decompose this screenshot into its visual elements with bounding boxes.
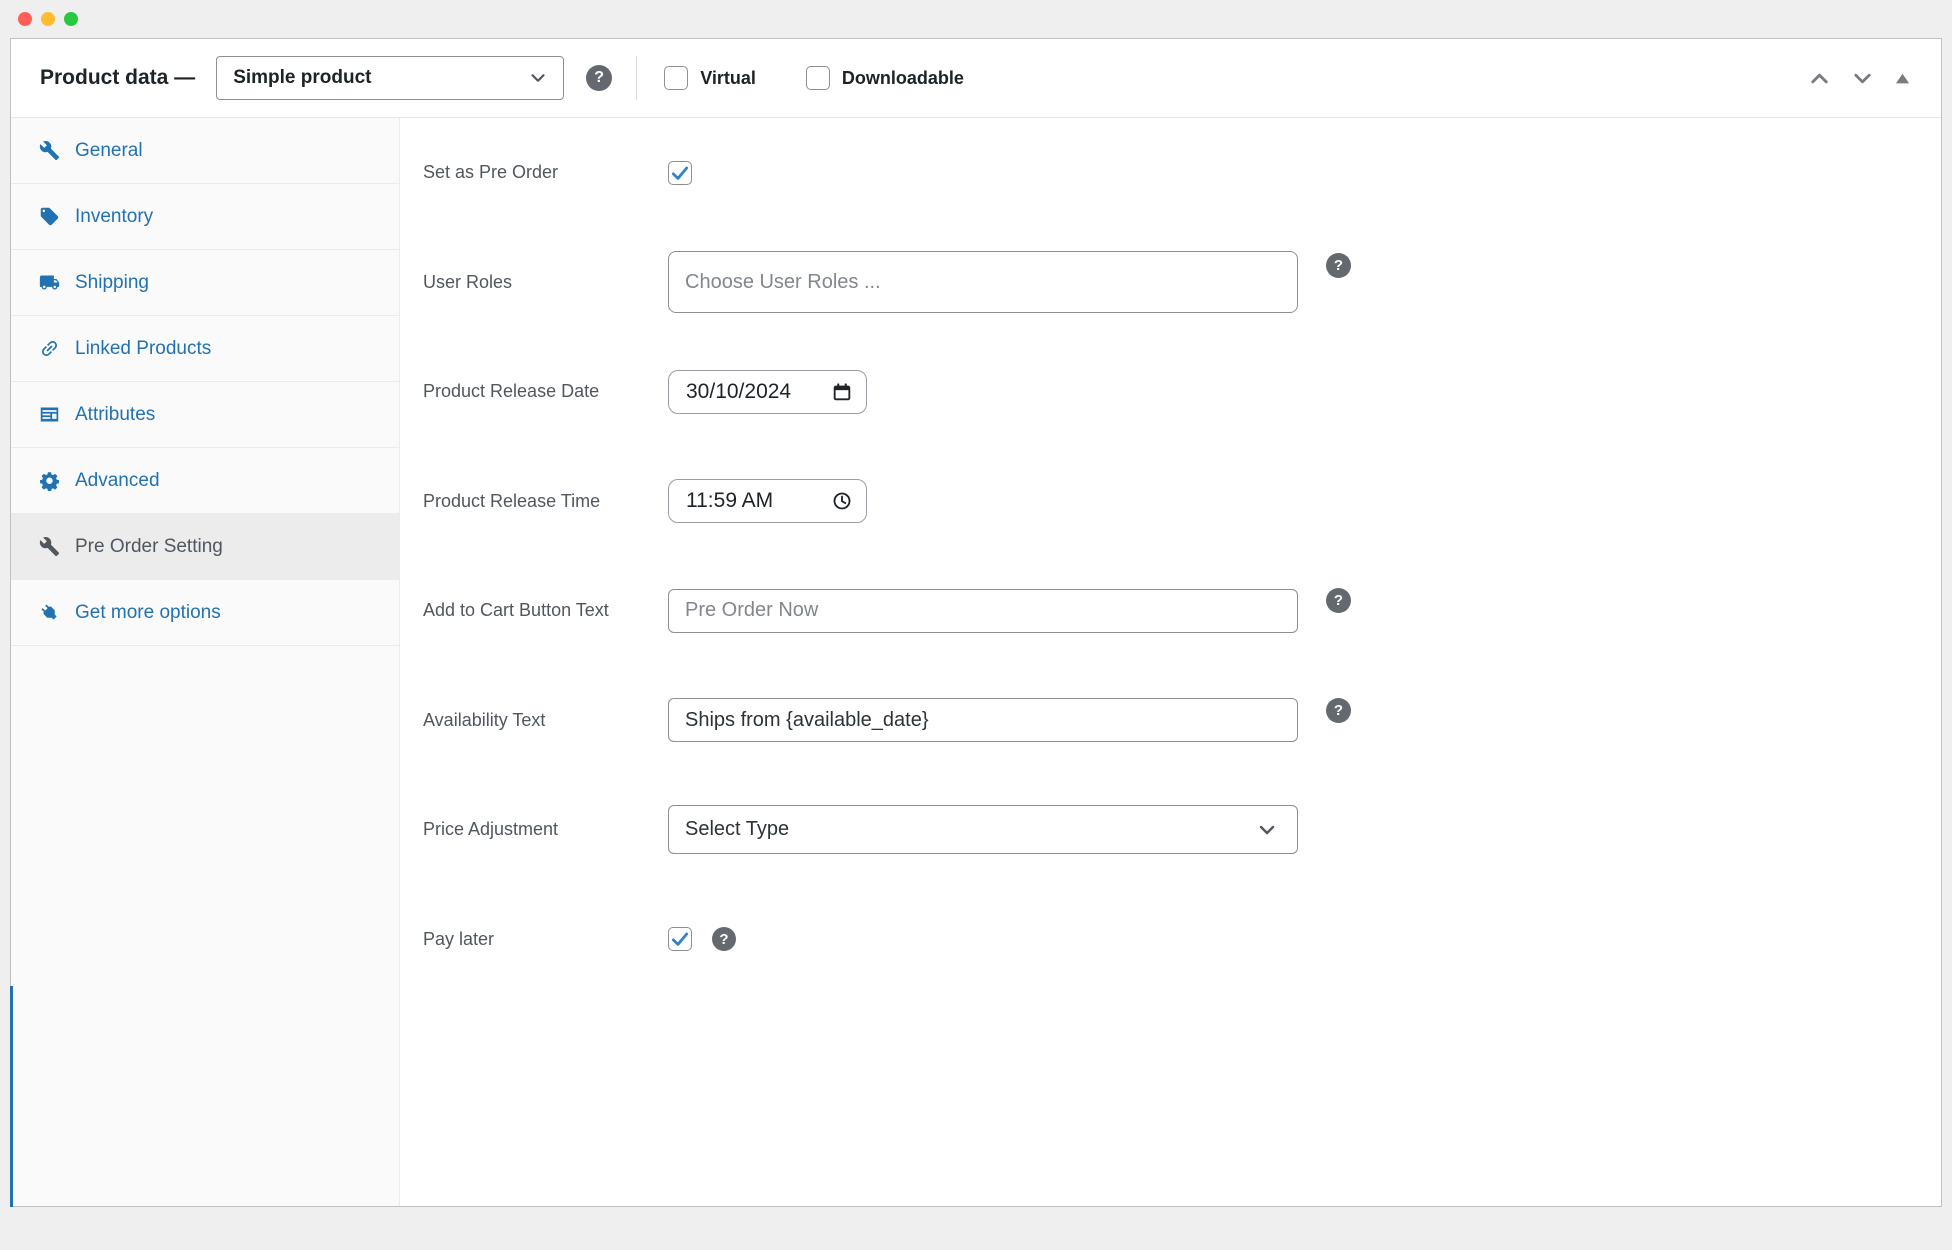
tag-icon — [39, 206, 60, 227]
question-mark-glyph: ? — [1334, 592, 1343, 609]
left-accent-bar — [10, 986, 13, 1207]
product-release-time-label: Product Release Time — [423, 491, 668, 512]
gear-icon — [39, 470, 60, 491]
tab-shipping[interactable]: Shipping — [11, 250, 399, 316]
product-data-panel: Product data — Simple product ? Virtual — [10, 38, 1942, 1207]
pre-order-settings-form: Set as Pre Order User Roles ? Product Re… — [400, 118, 1941, 1206]
virtual-checkbox[interactable] — [664, 66, 688, 90]
close-window-icon[interactable] — [18, 12, 32, 26]
cart-button-text-label: Add to Cart Button Text — [423, 600, 668, 621]
check-icon — [670, 163, 690, 183]
pay-later-help-icon[interactable]: ? — [712, 927, 736, 951]
calendar-icon[interactable] — [831, 381, 853, 403]
price-adjustment-row: Price Adjustment Select Type — [423, 775, 1941, 885]
chevron-down-icon — [1255, 818, 1279, 842]
question-mark-glyph: ? — [1334, 702, 1343, 719]
truck-icon — [39, 272, 60, 293]
product-release-time-row: Product Release Time 11:59 AM — [423, 447, 1941, 557]
product-release-time-input[interactable]: 11:59 AM — [668, 479, 867, 523]
pay-later-label: Pay later — [423, 929, 668, 950]
downloadable-checkbox[interactable] — [806, 66, 830, 90]
product-release-date-input[interactable]: 30/10/2024 — [668, 370, 867, 414]
virtual-checkbox-row[interactable]: Virtual — [664, 66, 756, 90]
tab-pre-order-setting[interactable]: Pre Order Setting — [11, 514, 399, 580]
virtual-label: Virtual — [700, 68, 756, 89]
wrench-icon — [39, 140, 60, 161]
move-up-icon[interactable] — [1806, 65, 1833, 92]
minimize-window-icon[interactable] — [41, 12, 55, 26]
release-date-value: 30/10/2024 — [686, 380, 791, 404]
product-data-window: Product data — Simple product ? Virtual — [0, 0, 1952, 1250]
downloadable-label: Downloadable — [842, 68, 964, 89]
cart-button-text-row: Add to Cart Button Text ? — [423, 556, 1941, 666]
set-as-pre-order-checkbox[interactable] — [668, 161, 692, 185]
set-as-pre-order-row: Set as Pre Order — [423, 118, 1941, 228]
clock-icon[interactable] — [831, 490, 853, 512]
product-release-date-label: Product Release Date — [423, 381, 668, 402]
availability-text-help-icon[interactable]: ? — [1326, 698, 1351, 723]
tab-label: Shipping — [75, 272, 149, 294]
tab-label: General — [75, 140, 143, 162]
price-adjustment-label: Price Adjustment — [423, 819, 668, 840]
link-icon — [39, 338, 60, 359]
tab-general[interactable]: General — [11, 118, 399, 184]
tab-label: Attributes — [75, 404, 155, 426]
toggle-panel-icon[interactable] — [1892, 68, 1913, 89]
product-type-select[interactable]: Simple product — [216, 56, 564, 100]
set-as-pre-order-label: Set as Pre Order — [423, 162, 668, 183]
window-bottom-margin — [0, 1207, 1952, 1250]
tab-label: Inventory — [75, 206, 153, 228]
product-data-header: Product data — Simple product ? Virtual — [11, 39, 1941, 118]
wrench-icon — [39, 536, 60, 557]
panel-title: Product data — — [40, 66, 195, 90]
cart-button-text-help-icon[interactable]: ? — [1326, 588, 1351, 613]
user-roles-help-icon[interactable]: ? — [1326, 253, 1351, 278]
availability-text-label: Availability Text — [423, 710, 668, 731]
user-roles-row: User Roles ? — [423, 228, 1941, 338]
zoom-window-icon[interactable] — [64, 12, 78, 26]
availability-text-row: Availability Text ? — [423, 666, 1941, 776]
tab-attributes[interactable]: Attributes — [11, 382, 399, 448]
price-adjustment-value: Select Type — [685, 818, 789, 841]
tab-advanced[interactable]: Advanced — [11, 448, 399, 514]
question-mark-glyph: ? — [594, 69, 604, 87]
plug-icon — [39, 602, 60, 623]
availability-text-input[interactable] — [668, 698, 1298, 742]
question-mark-glyph: ? — [719, 931, 728, 948]
product-type-value: Simple product — [233, 67, 371, 89]
tab-inventory[interactable]: Inventory — [11, 184, 399, 250]
pay-later-checkbox[interactable] — [668, 927, 692, 951]
product-release-date-row: Product Release Date 30/10/2024 — [423, 337, 1941, 447]
header-divider — [636, 56, 637, 100]
pay-later-row: Pay later ? — [423, 885, 1941, 995]
question-mark-glyph: ? — [1334, 257, 1343, 274]
user-roles-input[interactable] — [668, 251, 1298, 313]
panel-order-controls — [1806, 65, 1913, 92]
window-titlebar — [0, 0, 1952, 38]
user-roles-label: User Roles — [423, 272, 668, 293]
chevron-down-icon — [527, 67, 549, 89]
cart-button-text-input[interactable] — [668, 589, 1298, 633]
downloadable-checkbox-row[interactable]: Downloadable — [806, 66, 964, 90]
release-time-value: 11:59 AM — [686, 489, 773, 513]
tab-label: Get more options — [75, 602, 221, 624]
product-type-help-icon[interactable]: ? — [586, 65, 612, 91]
tab-get-more-options[interactable]: Get more options — [11, 580, 399, 646]
attributes-card-icon — [39, 404, 60, 425]
check-icon — [670, 929, 690, 949]
product-data-tabs: General Inventory Shipping Linked Produc… — [11, 118, 400, 1206]
price-adjustment-select[interactable]: Select Type — [668, 805, 1298, 854]
tab-label: Pre Order Setting — [75, 536, 223, 558]
tab-linked-products[interactable]: Linked Products — [11, 316, 399, 382]
tab-label: Linked Products — [75, 338, 211, 360]
move-down-icon[interactable] — [1849, 65, 1876, 92]
tab-label: Advanced — [75, 470, 160, 492]
